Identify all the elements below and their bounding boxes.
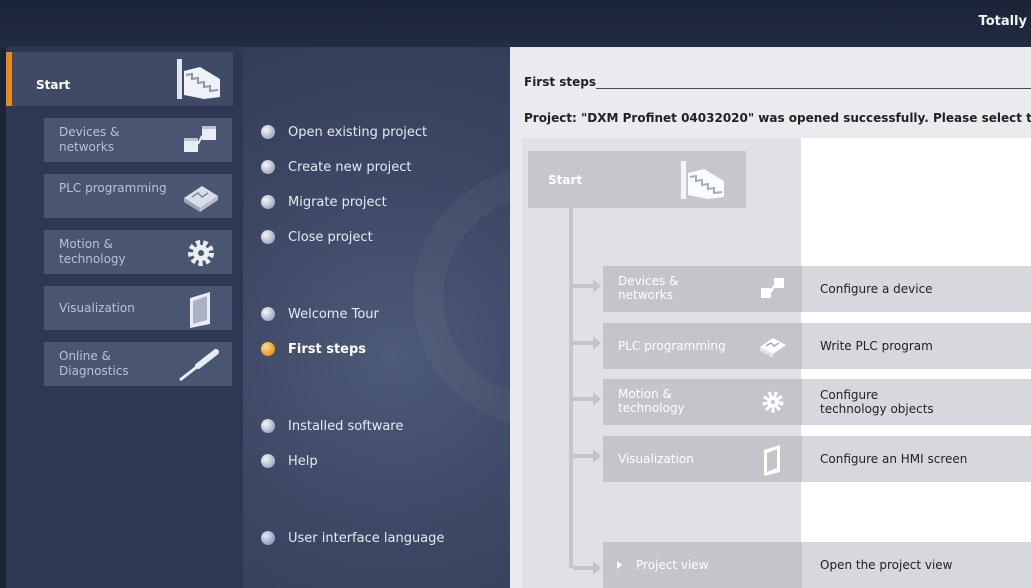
flow-arrow <box>573 336 601 350</box>
diagram-start-label: Start <box>548 173 583 187</box>
close-project-label: Close project <box>288 229 373 245</box>
status-message: Project: "DXM Profinet 04032020" was ope… <box>524 111 1031 125</box>
migrate-project-link[interactable]: Migrate project <box>261 192 387 212</box>
start-stairs-icon <box>174 57 224 105</box>
flow-arrow <box>573 561 601 575</box>
bullet-icon <box>261 454 275 468</box>
flow-arrow <box>573 392 601 406</box>
bullet-icon <box>261 125 275 139</box>
screwdriver-icon <box>174 346 222 388</box>
plc-programming-icon <box>758 331 788 365</box>
user-interface-language-label: User interface language <box>288 530 445 546</box>
brand-title: Totally <box>978 14 1027 29</box>
bullet-icon <box>261 230 275 244</box>
first-steps-content: First steps Project: "DXM Profinet 04032… <box>510 47 1031 588</box>
diagram-start-node: Start <box>528 151 746 208</box>
nav-motion-technology-label: Motion & technology <box>59 237 126 266</box>
gear-icon <box>758 387 788 421</box>
title-bar: Totally <box>0 0 1031 47</box>
bullet-icon <box>261 307 275 321</box>
step-devices-networks-tile[interactable]: Devices & networks <box>603 266 802 312</box>
welcome-tour-label: Welcome Tour <box>288 306 379 322</box>
first-steps-label: First steps <box>288 341 367 357</box>
nav-plc-programming-label: PLC programming <box>59 181 167 195</box>
configure-hmi-screen-link[interactable]: Configure an HMI screen <box>802 436 1031 482</box>
nav-visualization-label: Visualization <box>59 301 135 315</box>
bullet-icon <box>261 195 275 209</box>
step-project-view-label: Project view <box>636 558 709 572</box>
nav-online-diagnostics[interactable]: Online & Diagnostics <box>44 342 232 386</box>
configure-technology-objects-label: Configure technology objects <box>820 388 934 416</box>
first-steps-link[interactable]: First steps <box>261 339 366 359</box>
devices-networks-icon <box>758 274 788 308</box>
configure-device-link[interactable]: Configure a device <box>802 266 1031 312</box>
active-bullet-icon <box>261 342 275 356</box>
nav-visualization[interactable]: Visualization <box>44 286 232 330</box>
write-plc-program-label: Write PLC program <box>820 339 933 353</box>
installed-software-label: Installed software <box>288 418 404 434</box>
step-visualization-label: Visualization <box>618 452 694 466</box>
configure-device-label: Configure a device <box>820 282 933 296</box>
nav-devices-networks[interactable]: Devices & networks <box>44 118 232 162</box>
migrate-project-label: Migrate project <box>288 194 387 210</box>
write-plc-program-link[interactable]: Write PLC program <box>802 323 1031 369</box>
nav-devices-networks-label: Devices & networks <box>59 125 120 154</box>
section-divider <box>596 88 1031 89</box>
plc-programming-icon <box>180 178 222 218</box>
open-project-view-label: Open the project view <box>820 558 953 572</box>
nav-plc-programming[interactable]: PLC programming <box>44 174 232 218</box>
bullet-icon <box>261 419 275 433</box>
workflow-diagram: Start Devices & networks Configure a dev… <box>522 138 1031 588</box>
step-plc-programming-tile[interactable]: PLC programming <box>603 323 802 369</box>
installed-software-link[interactable]: Installed software <box>261 416 403 436</box>
nav-start-button[interactable]: Start <box>6 52 233 106</box>
globe-icon <box>261 531 275 545</box>
hmi-panel-icon <box>758 444 788 480</box>
help-label: Help <box>288 453 318 469</box>
flow-arrow <box>573 449 601 463</box>
step-project-view-tile[interactable]: Project view <box>603 542 802 588</box>
nav-motion-technology[interactable]: Motion & technology <box>44 230 232 274</box>
background-gear-watermark <box>413 167 510 427</box>
open-existing-project-label: Open existing project <box>288 124 428 140</box>
start-actions-panel: Open existing project Create new project… <box>243 47 510 588</box>
start-stairs-icon <box>678 159 728 205</box>
nav-online-diagnostics-label: Online & Diagnostics <box>59 349 129 378</box>
help-link[interactable]: Help <box>261 451 318 471</box>
step-visualization-tile[interactable]: Visualization <box>603 436 802 482</box>
configure-hmi-screen-label: Configure an HMI screen <box>820 452 968 466</box>
step-devices-networks-label: Devices & networks <box>618 274 679 302</box>
close-project-link[interactable]: Close project <box>261 227 373 247</box>
step-project-view[interactable]: Project view Open the project view <box>603 542 1031 588</box>
flow-connector <box>569 208 573 568</box>
section-title: First steps <box>524 75 597 89</box>
step-plc-programming[interactable]: PLC programming Write PLC program <box>603 323 1031 369</box>
configure-technology-objects-link[interactable]: Configure technology objects <box>802 379 1031 425</box>
open-project-view-link[interactable]: Open the project view <box>802 542 1031 588</box>
step-devices-networks[interactable]: Devices & networks Configure a device <box>603 266 1031 312</box>
hmi-panel-icon <box>180 290 222 332</box>
step-visualization[interactable]: Visualization Configure an HMI screen <box>603 436 1031 482</box>
create-new-project-link[interactable]: Create new project <box>261 157 411 177</box>
active-indicator <box>6 52 12 106</box>
user-interface-language-link[interactable]: User interface language <box>261 528 444 548</box>
gear-icon <box>180 234 222 274</box>
step-motion-technology-label: Motion & technology <box>618 387 685 415</box>
step-plc-programming-label: PLC programming <box>618 339 726 353</box>
triangle-right-icon <box>617 561 622 569</box>
create-new-project-label: Create new project <box>288 159 412 175</box>
bullet-icon <box>261 160 275 174</box>
step-motion-technology-tile[interactable]: Motion & technology <box>603 379 802 425</box>
step-motion-technology[interactable]: Motion & technology Configure technology… <box>603 379 1031 425</box>
welcome-tour-link[interactable]: Welcome Tour <box>261 304 379 324</box>
flow-arrow <box>573 279 601 293</box>
nav-start-label: Start <box>36 78 71 92</box>
open-existing-project-link[interactable]: Open existing project <box>261 122 427 142</box>
devices-networks-icon <box>180 122 222 162</box>
portal-navigation: Start Devices & networks PLC programming <box>6 47 243 588</box>
